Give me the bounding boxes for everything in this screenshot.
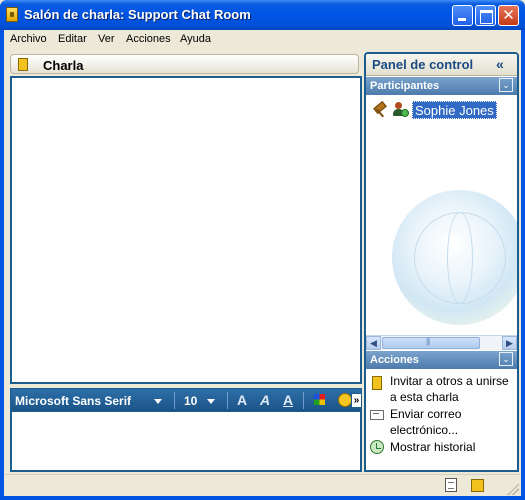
more-tools-button[interactable]: » [351, 393, 362, 408]
italic-button[interactable]: A [260, 392, 270, 408]
scroll-right-icon[interactable]: ▶ [502, 336, 517, 350]
bold-button[interactable]: A [237, 392, 247, 408]
collapse-panel-icon[interactable]: « [496, 56, 504, 72]
text-color-icon[interactable] [314, 394, 325, 405]
actions-list: Invitar a otros a unirse a esta charla E… [366, 369, 517, 470]
resize-grip-icon[interactable] [507, 483, 519, 495]
status-bar [4, 474, 521, 496]
chevron-down-icon[interactable]: ⌄ [499, 352, 513, 366]
scrollbar-thumb[interactable] [382, 337, 480, 349]
title-bar[interactable]: Salón de charla: Support Chat Room ✕ [0, 0, 525, 30]
menu-bar: Archivo Editar Ver Acciones Ayuda [4, 30, 521, 50]
participants-section-header[interactable]: Participantes ⌄ [366, 77, 517, 95]
menu-archivo[interactable]: Archivo [10, 33, 47, 45]
close-icon: ✕ [502, 7, 515, 24]
window-client-area: Archivo Editar Ver Acciones Ayuda Charla… [4, 30, 521, 496]
chat-transcript[interactable] [10, 76, 362, 384]
application-window: Salón de charla: Support Chat Room ✕ Arc… [0, 0, 525, 500]
participant-name[interactable]: Sophie Jones [412, 101, 497, 119]
actions-section-header[interactable]: Acciones ⌄ [366, 351, 517, 369]
chat-header: Charla [10, 54, 359, 74]
scroll-left-icon[interactable]: ◀ [366, 336, 381, 350]
toolbar-separator [174, 392, 175, 409]
globe-watermark-icon [392, 190, 517, 325]
participants-horizontal-scrollbar[interactable]: ◀ ▶ [366, 335, 517, 350]
toolbar-separator [227, 392, 228, 409]
menu-ayuda[interactable]: Ayuda [180, 33, 211, 45]
action-history[interactable]: Mostrar historial [366, 439, 517, 457]
toolbar-separator [303, 392, 304, 409]
maximize-button[interactable] [475, 5, 496, 26]
font-size-dropdown-icon[interactable] [207, 399, 215, 404]
underline-button[interactable]: A [283, 392, 293, 408]
message-input[interactable] [10, 412, 362, 472]
action-email[interactable]: Enviar correo electrónico... [366, 406, 517, 438]
font-family-dropdown-icon[interactable] [154, 399, 162, 404]
action-invite[interactable]: Invitar a otros a unirse a esta charla [366, 373, 517, 405]
minimize-button[interactable] [452, 5, 473, 26]
font-family-select[interactable]: Microsoft Sans Serif [15, 394, 131, 408]
formatting-toolbar: Microsoft Sans Serif 10 A A A » [10, 388, 362, 412]
control-panel: Panel de control « Participantes ⌄ Sophi… [364, 52, 519, 472]
close-button[interactable]: ✕ [498, 5, 519, 26]
actions-title: Acciones [370, 354, 419, 366]
participant-item[interactable]: Sophie Jones [370, 101, 515, 119]
chat-icon [18, 58, 28, 71]
action-history-label[interactable]: Mostrar historial [390, 439, 514, 455]
chevron-down-icon[interactable]: ⌄ [499, 78, 513, 92]
menu-acciones[interactable]: Acciones [126, 33, 171, 45]
email-icon [370, 410, 384, 420]
chat-room-icon [6, 7, 18, 22]
invite-icon [372, 376, 382, 390]
history-icon [370, 440, 384, 454]
menu-editar[interactable]: Editar [58, 33, 87, 45]
emoticon-icon[interactable] [338, 393, 352, 407]
chat-room-status-icon[interactable] [471, 479, 484, 492]
participants-title: Participantes [370, 80, 440, 92]
menu-ver[interactable]: Ver [98, 33, 115, 45]
hammer-icon [372, 103, 386, 117]
control-panel-title: Panel de control [372, 57, 474, 72]
window-title: Salón de charla: Support Chat Room [24, 7, 251, 22]
action-email-label[interactable]: Enviar correo electrónico... [390, 406, 514, 438]
font-size-select[interactable]: 10 [184, 394, 197, 408]
document-icon[interactable] [445, 478, 457, 492]
chat-title: Charla [43, 58, 84, 73]
control-panel-header: Panel de control « [366, 54, 517, 76]
participants-list: Sophie Jones [366, 95, 517, 335]
online-status-icon [401, 109, 409, 117]
action-invite-label[interactable]: Invitar a otros a unirse a esta charla [390, 373, 514, 405]
